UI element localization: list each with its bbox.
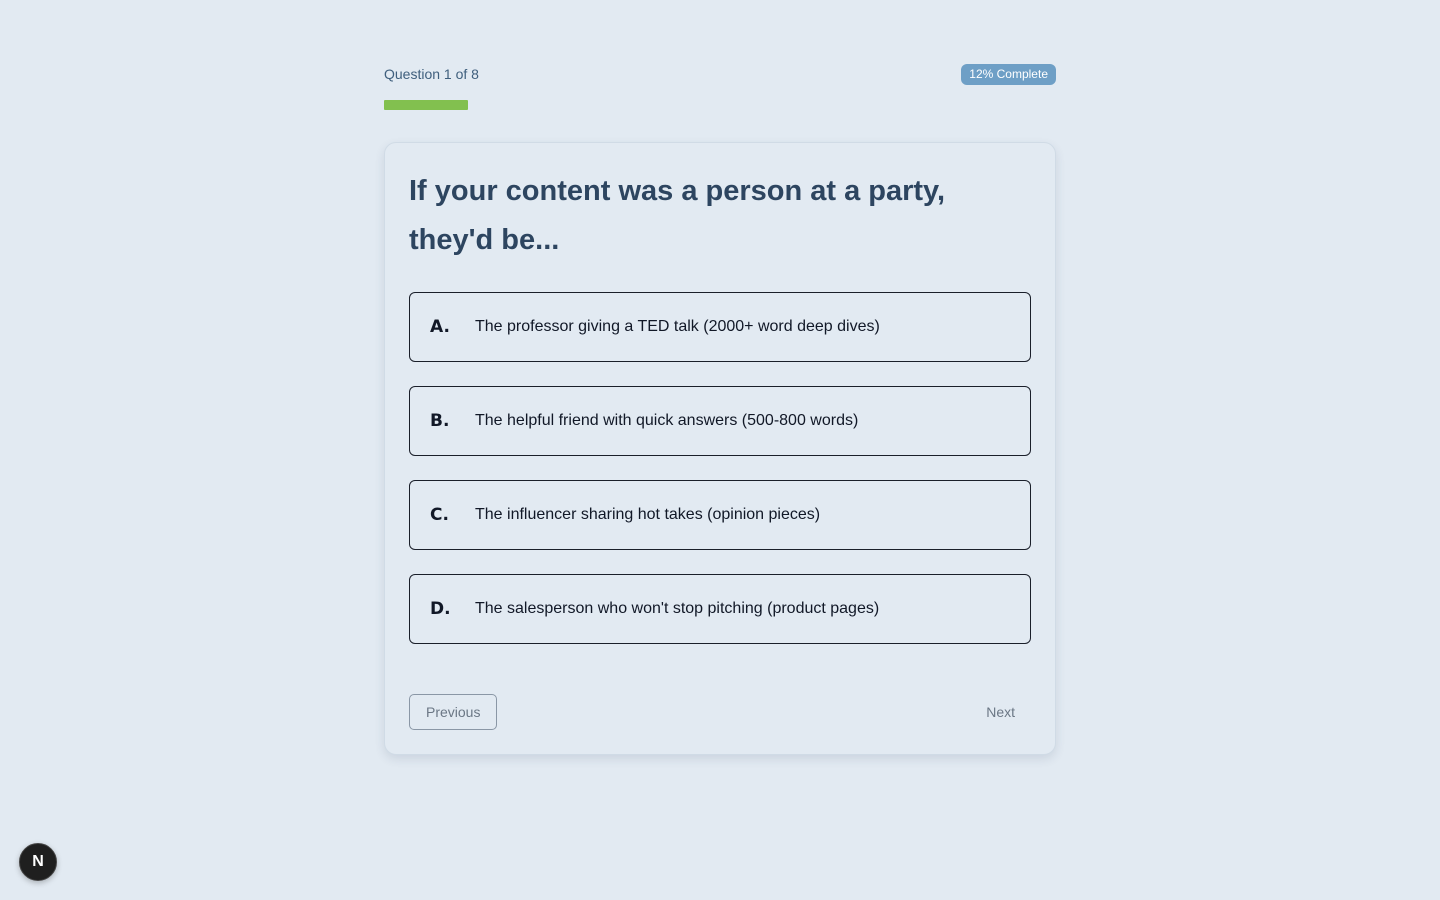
question-card: If your content was a person at a party,… <box>384 142 1056 755</box>
progress-bar-fill <box>384 100 468 110</box>
option-a[interactable]: A. The professor giving a TED talk (2000… <box>409 292 1031 362</box>
progress-header: Question 1 of 8 12% Complete <box>384 62 1056 86</box>
option-text: The helpful friend with quick answers (5… <box>475 412 859 429</box>
question-counter: Question 1 of 8 <box>384 66 479 82</box>
nextjs-dev-icon[interactable]: N <box>19 843 57 881</box>
option-letter: B. <box>430 411 450 431</box>
option-letter: D. <box>430 599 451 619</box>
option-letter: C. <box>430 505 449 525</box>
option-c[interactable]: C. The influencer sharing hot takes (opi… <box>409 480 1031 550</box>
question-title: If your content was a person at a party,… <box>409 175 946 256</box>
option-letter: A. <box>430 317 450 337</box>
next-button[interactable]: Next <box>970 694 1031 730</box>
progress-percent-badge: 12% Complete <box>961 63 1056 85</box>
option-text: The influencer sharing hot takes (opinio… <box>475 506 821 523</box>
dev-indicator-letter: N <box>32 853 44 870</box>
quiz-container: Question 1 of 8 12% Complete If your con… <box>384 62 1056 755</box>
option-text: The salesperson who won't stop pitching … <box>475 600 880 617</box>
option-b[interactable]: B. The helpful friend with quick answers… <box>409 386 1031 456</box>
page: Question 1 of 8 12% Complete If your con… <box>0 0 1440 900</box>
progress-bar <box>384 100 1056 110</box>
option-text: The professor giving a TED talk (2000+ w… <box>475 318 880 335</box>
option-d[interactable]: D. The salesperson who won't stop pitchi… <box>409 574 1031 644</box>
navigation-row: Previous Next <box>409 694 1031 730</box>
previous-button[interactable]: Previous <box>409 694 498 730</box>
answer-options: A. The professor giving a TED talk (2000… <box>409 292 1031 644</box>
